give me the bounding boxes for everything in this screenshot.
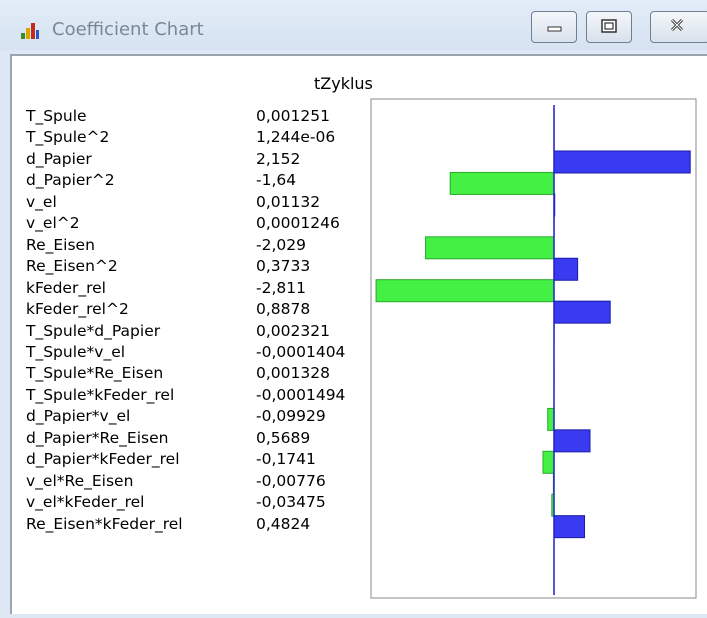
coefficient-bar <box>547 407 555 431</box>
coefficient-bar <box>553 429 591 453</box>
coefficient-chart-window: Coefficient Chart tZyklus T_Spule 0,00125… <box>0 0 707 618</box>
coefficient-bar <box>542 450 555 474</box>
coefficient-bar <box>425 236 555 260</box>
coefficient-bar <box>553 300 611 324</box>
coefficient-bar <box>553 257 579 281</box>
coefficient-bar <box>375 279 555 303</box>
coefficient-bar-plot <box>370 98 697 599</box>
coefficient-bar <box>553 515 586 539</box>
coefficient-bar <box>449 171 555 195</box>
coefficient-bar <box>553 150 691 174</box>
